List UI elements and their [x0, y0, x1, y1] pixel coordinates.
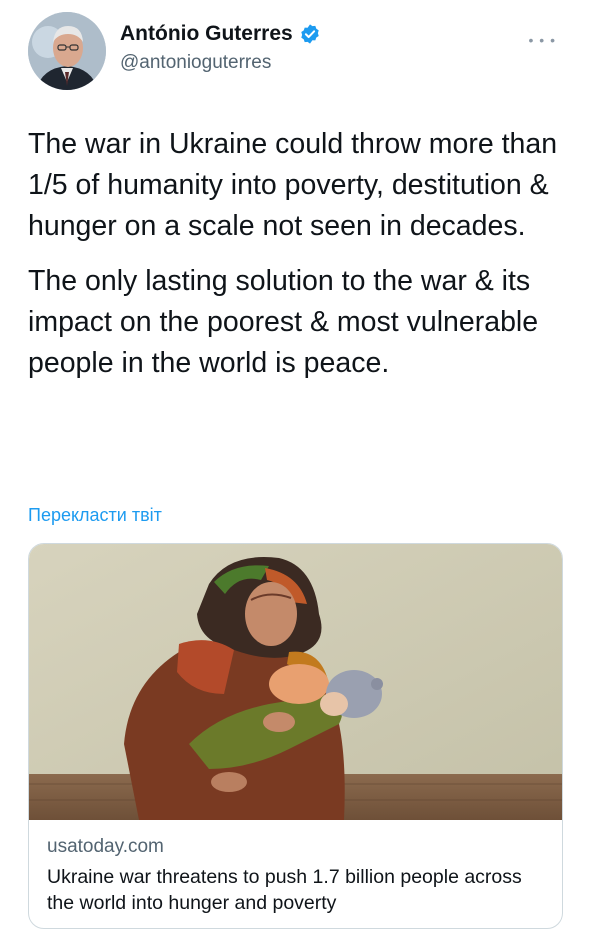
display-name[interactable]: António Guterres — [120, 22, 293, 46]
more-options-icon[interactable]: • • • — [529, 32, 556, 48]
tweet-text: The war in Ukraine could throw more than… — [28, 124, 563, 398]
card-domain: usatoday.com — [47, 836, 164, 857]
article-photo — [29, 544, 562, 820]
author-block: António Guterres @antonioguterres — [120, 22, 321, 74]
card-info: usatoday.com Ukraine war threatens to pu… — [47, 836, 547, 916]
tweet-paragraph-2: The only lasting solution to the war & i… — [28, 265, 539, 379]
tweet-header: António Guterres @antonioguterres • • • — [28, 12, 568, 92]
handle[interactable]: @antonioguterres — [120, 52, 321, 74]
link-card[interactable]: usatoday.com Ukraine war threatens to pu… — [28, 543, 563, 929]
card-title: Ukraine war threatens to push 1.7 billio… — [47, 866, 522, 914]
verified-badge-icon — [299, 23, 321, 45]
tweet-paragraph-1: The war in Ukraine could throw more than… — [28, 128, 558, 242]
name-row: António Guterres — [120, 22, 321, 46]
avatar[interactable] — [28, 12, 106, 90]
translate-tweet-link[interactable]: Перекласти твіт — [28, 505, 162, 526]
